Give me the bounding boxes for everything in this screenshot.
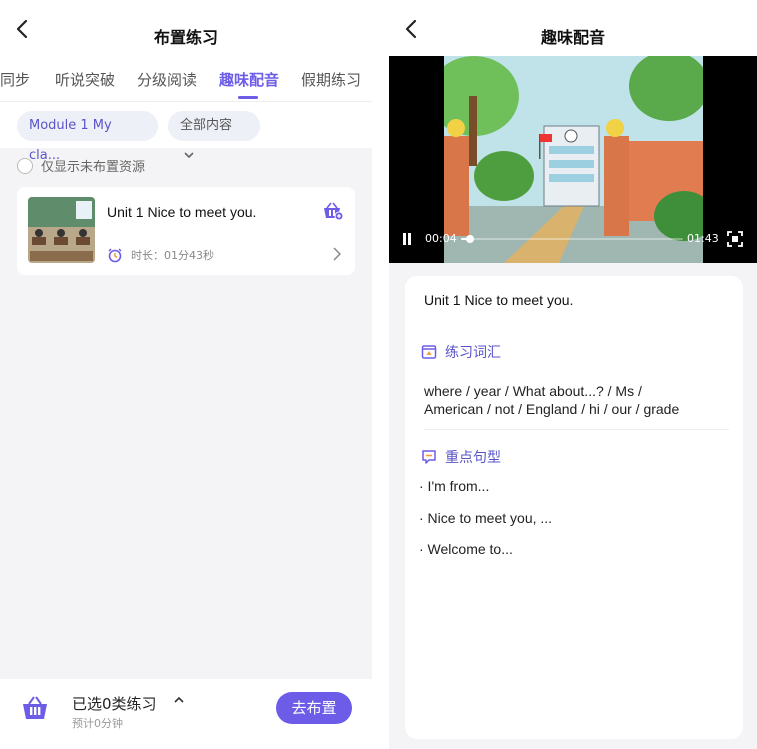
top-bar: 布置练习 [0,0,372,56]
chevron-up-icon[interactable] [173,695,185,705]
progress-track[interactable] [461,238,683,240]
video-controls: 00:04 01:43 [389,229,757,249]
progress-thumb[interactable] [466,235,474,243]
basket-icon[interactable] [21,695,49,721]
vocab-line: American / not / England / hi / our / gr… [424,401,680,417]
page-title: 趣味配音 [540,28,605,47]
filter-bar: Module 1 My cla... 全部内容 [0,102,372,163]
video-player[interactable]: 00:04 01:43 [389,56,757,263]
radio-circle[interactable] [17,157,33,174]
vocab-line: where / year / What about...? / Ms / [424,383,642,399]
only-unassigned-toggle[interactable]: 仅显示未布置资源 [17,156,145,175]
vocab-heading-label: 练习词汇 [445,345,501,361]
top-bar: 趣味配音 [389,0,757,56]
tab-listening-speaking[interactable]: 听说突破 [55,69,115,90]
content-panel: Unit 1 Nice to meet you. 练习词汇 where / ye… [405,276,743,739]
fun-dubbing-detail-screen: 趣味配音 00:04 01:43 Unit 1 Nice to meet you… [389,0,757,749]
sentence-heading: 重点句型 [421,447,501,467]
module-filter[interactable]: Module 1 My cla... [17,111,158,163]
tab-sync[interactable]: 同步 [0,69,30,90]
sentence-heading-label: 重点句型 [445,450,501,466]
total-time: 01:43 [687,232,719,245]
sentence-item: · Nice to meet you, ... [419,510,553,526]
estimated-time: 预计0分钟 [72,717,123,730]
vocab-list: where / year / What about...? / Ms / Ame… [424,382,729,418]
sentence-item: · Welcome to... [419,541,513,557]
assign-button[interactable]: 去布置 [276,692,352,724]
category-tabs: 同步 听说突破 分级阅读 趣味配音 假期练习 [0,56,372,102]
tab-fun-dubbing[interactable]: 趣味配音 [219,69,279,90]
tab-holiday-practice[interactable]: 假期练习 [301,69,361,90]
pause-icon[interactable] [402,233,412,245]
resource-card[interactable]: Unit 1 Nice to meet you. 时长：01分43秒 [17,187,355,275]
chevron-right-icon [333,247,341,261]
card-title: Unit 1 Nice to meet you. [107,204,257,220]
alarm-clock-icon [108,248,122,263]
duration-text: 时长：01分43秒 [131,249,214,262]
chevron-down-icon [184,152,194,159]
page-title: 布置练习 [153,28,218,47]
current-time: 00:04 [425,232,457,245]
only-unassigned-label: 仅显示未布置资源 [41,160,146,175]
assign-practice-screen: 布置练习 同步 听说突破 分级阅读 趣味配音 假期练习 Module 1 My … [0,0,372,749]
vocab-heading: 练习词汇 [421,342,501,362]
speech-bubble-icon [422,450,436,464]
duration-row: 时长：01分43秒 [107,247,214,263]
tab-graded-reading[interactable]: 分级阅读 [137,69,197,90]
panel-title: Unit 1 Nice to meet you. [424,292,574,308]
add-to-basket-icon[interactable] [321,201,343,221]
selected-count: 已选0类练习 [72,695,157,713]
classroom-thumbnail [28,197,95,263]
bottom-bar: 已选0类练习 预计0分钟 去布置 [0,679,372,749]
content-filter[interactable]: 全部内容 [168,111,260,159]
sentence-item: · I'm from... [419,478,490,494]
fullscreen-icon[interactable] [727,231,743,247]
book-icon [421,345,437,359]
content-filter-label: 全部内容 [180,118,233,133]
active-tab-indicator [238,96,258,99]
divider [424,429,729,430]
